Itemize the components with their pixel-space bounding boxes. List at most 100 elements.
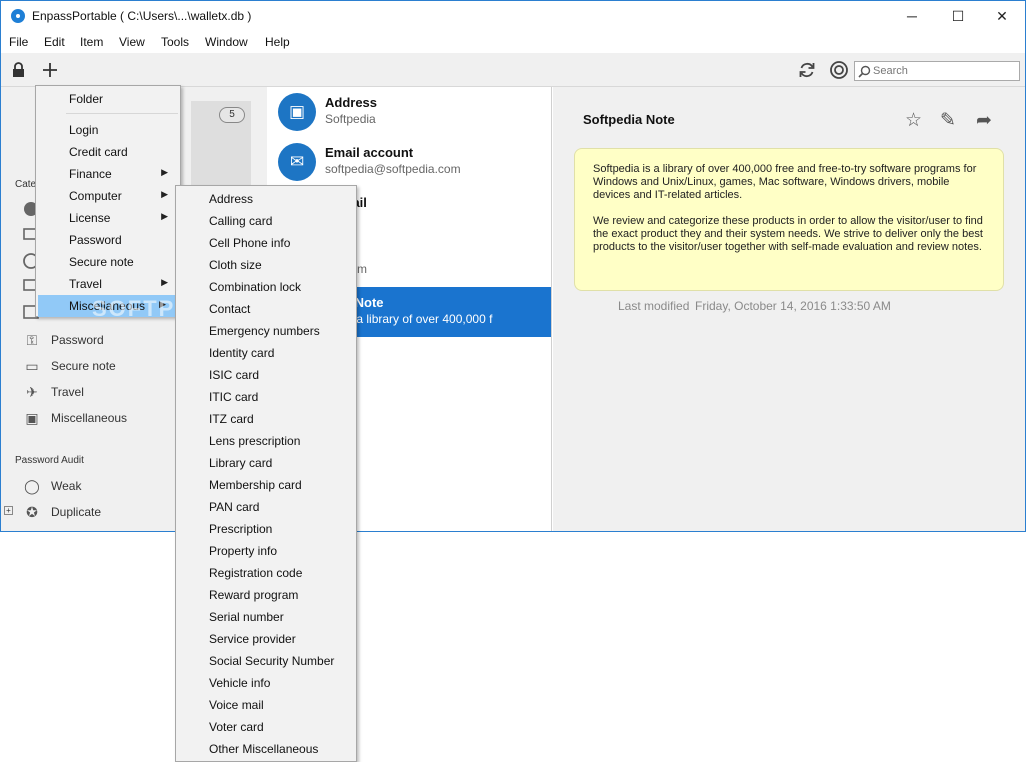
submenu-arrow-icon: ▶ xyxy=(161,277,168,287)
submenu-item-label: ISIC card xyxy=(209,368,260,382)
submenu-item-label: Calling card xyxy=(209,214,273,228)
note-icon: ▭ xyxy=(25,358,39,374)
menu-item-license[interactable]: License ▶ xyxy=(36,207,180,229)
submenu-item-label: Combination lock xyxy=(209,280,302,294)
submenu-item-label: Registration code xyxy=(209,566,303,580)
menu-help[interactable]: Help xyxy=(265,35,290,49)
share-arrow-icon[interactable]: ➦ xyxy=(976,109,992,132)
submenu-item-isic-card[interactable]: ISIC card xyxy=(176,364,356,386)
note-paragraph: Softpedia is a library of over 400,000 f… xyxy=(593,163,977,201)
submenu-item-other-miscellaneous[interactable]: Other Miscellaneous xyxy=(176,738,356,760)
minimize-button[interactable]: ─ xyxy=(889,1,935,31)
favorite-star-icon[interactable]: ☆ xyxy=(905,109,922,132)
submenu-item-label: Identity card xyxy=(209,346,275,360)
submenu-item-calling-card[interactable]: Calling card xyxy=(176,210,356,232)
briefcase-icon: ▣ xyxy=(25,410,39,426)
submenu-item-label: Lens prescription xyxy=(209,434,301,448)
submenu-item-label: Prescription xyxy=(209,522,273,536)
menu-file[interactable]: File xyxy=(9,35,28,49)
submenu-item-social-security-number[interactable]: Social Security Number xyxy=(176,650,356,672)
submenu-item-vehicle-info[interactable]: Vehicle info xyxy=(176,672,356,694)
submenu-item-voice-mail[interactable]: Voice mail xyxy=(176,694,356,716)
submenu-item-registration-code[interactable]: Registration code xyxy=(176,562,356,584)
submenu-item-label: Reward program xyxy=(209,588,299,602)
expand-icon[interactable]: + xyxy=(4,506,13,515)
note-paragraph: We review and categorize these products … xyxy=(593,215,983,253)
categories-label: Cate xyxy=(15,179,37,190)
menu-separator xyxy=(66,113,178,114)
maximize-button[interactable]: ☐ xyxy=(935,1,981,31)
submenu-item-identity-card[interactable]: Identity card xyxy=(176,342,356,364)
sync-icon[interactable] xyxy=(798,61,816,79)
submenu-item-membership-card[interactable]: Membership card xyxy=(176,474,356,496)
submenu-arrow-icon: ▶ xyxy=(161,167,168,177)
submenu-item-emergency-numbers[interactable]: Emergency numbers xyxy=(176,320,356,342)
submenu-item-label: Membership card xyxy=(209,478,302,492)
submenu-item-label: ITIC card xyxy=(209,390,259,404)
plus-icon[interactable] xyxy=(42,62,58,78)
gear-icon[interactable] xyxy=(829,60,849,80)
menu-item-credit-card[interactable]: Credit card xyxy=(36,141,180,163)
key-icon: ⚿ xyxy=(26,332,38,348)
submenu-item-label: Voice mail xyxy=(209,698,264,712)
last-modified-value: Friday, October 14, 2016 1:33:50 AM xyxy=(695,299,891,313)
submenu-item-serial-number[interactable]: Serial number xyxy=(176,606,356,628)
window-title: EnpassPortable ( C:\Users\...\walletx.db… xyxy=(32,9,252,23)
submenu-item-label: Emergency numbers xyxy=(209,324,320,338)
detail-pane: Softpedia Note ☆ ✎ ➦ Softpedia is a libr… xyxy=(553,87,1025,531)
menu-item-password[interactable]: Password xyxy=(36,229,180,251)
submenu-item-cell-phone-info[interactable]: Cell Phone info xyxy=(176,232,356,254)
menu-bar: File Edit Item View Tools Window Help xyxy=(1,31,1025,53)
submenu-item-label: Service provider xyxy=(209,632,296,646)
last-modified-label: Last modified xyxy=(618,299,690,313)
list-item[interactable]: ▣ Address Softpedia xyxy=(268,87,551,137)
menu-edit[interactable]: Edit xyxy=(44,35,65,49)
submenu-item-label: PAN card xyxy=(209,500,260,514)
submenu-item-lens-prescription[interactable]: Lens prescription xyxy=(176,430,356,452)
menu-view[interactable]: View xyxy=(119,35,145,49)
submenu-item-label: ITZ card xyxy=(209,412,254,426)
lock-icon[interactable] xyxy=(12,62,25,78)
submenu-arrow-icon: ▶ xyxy=(161,211,168,221)
search-input[interactable] xyxy=(873,64,1013,78)
menu-item-folder[interactable]: Folder xyxy=(36,88,180,110)
submenu-item-combination-lock[interactable]: Combination lock xyxy=(176,276,356,298)
menu-tools[interactable]: Tools xyxy=(161,35,189,49)
detail-title: Softpedia Note xyxy=(583,112,675,127)
submenu-item-property-info[interactable]: Property info xyxy=(176,540,356,562)
submenu-item-label: Social Security Number xyxy=(209,654,335,668)
submenu-item-prescription[interactable]: Prescription xyxy=(176,518,356,540)
edit-pencil-icon[interactable]: ✎ xyxy=(940,109,956,132)
menu-item-finance[interactable]: Finance ▶ xyxy=(36,163,180,185)
duplicate-icon: ✪ xyxy=(26,504,38,520)
plane-icon: ✈ xyxy=(26,384,38,400)
submenu-item-label: Serial number xyxy=(209,610,284,624)
submenu-item-library-card[interactable]: Library card xyxy=(176,452,356,474)
submenu-item-label: Contact xyxy=(209,302,251,316)
menu-item[interactable]: Item xyxy=(80,35,103,49)
menu-item-computer[interactable]: Computer ▶ xyxy=(36,185,180,207)
menu-item-login[interactable]: Login xyxy=(36,119,180,141)
submenu-item-label: Library card xyxy=(209,456,273,470)
search-icon xyxy=(858,65,871,78)
menu-window[interactable]: Window xyxy=(205,35,248,49)
menu-item-secure-note[interactable]: Secure note xyxy=(36,251,180,273)
miscellaneous-submenu: Address Calling card Cell Phone info Cloth … xyxy=(175,185,357,762)
list-item[interactable]: ✉ Email account softpedia@softpedia.com xyxy=(268,137,551,187)
toolbar xyxy=(1,53,1025,87)
submenu-item-voter-card[interactable]: Voter card xyxy=(176,716,356,738)
menu-item-travel[interactable]: Travel ▶ xyxy=(36,273,180,295)
submenu-item-address[interactable]: Address xyxy=(176,188,356,210)
submenu-item-service-provider[interactable]: Service provider xyxy=(176,628,356,650)
submenu-item-reward-program[interactable]: Reward program xyxy=(176,584,356,606)
submenu-item-itic-card[interactable]: ITIC card xyxy=(176,386,356,408)
submenu-item-pan-card[interactable]: PAN card xyxy=(176,496,356,518)
submenu-item-label: Cell Phone info xyxy=(209,236,291,250)
submenu-item-label: Voter card xyxy=(209,720,264,734)
submenu-item-cloth-size[interactable]: Cloth size xyxy=(176,254,356,276)
close-button[interactable]: ✕ xyxy=(979,1,1025,31)
enpass-logo-icon xyxy=(11,9,25,23)
search-box[interactable] xyxy=(854,61,1020,81)
submenu-item-contact[interactable]: Contact xyxy=(176,298,356,320)
submenu-item-itz-card[interactable]: ITZ card xyxy=(176,408,356,430)
